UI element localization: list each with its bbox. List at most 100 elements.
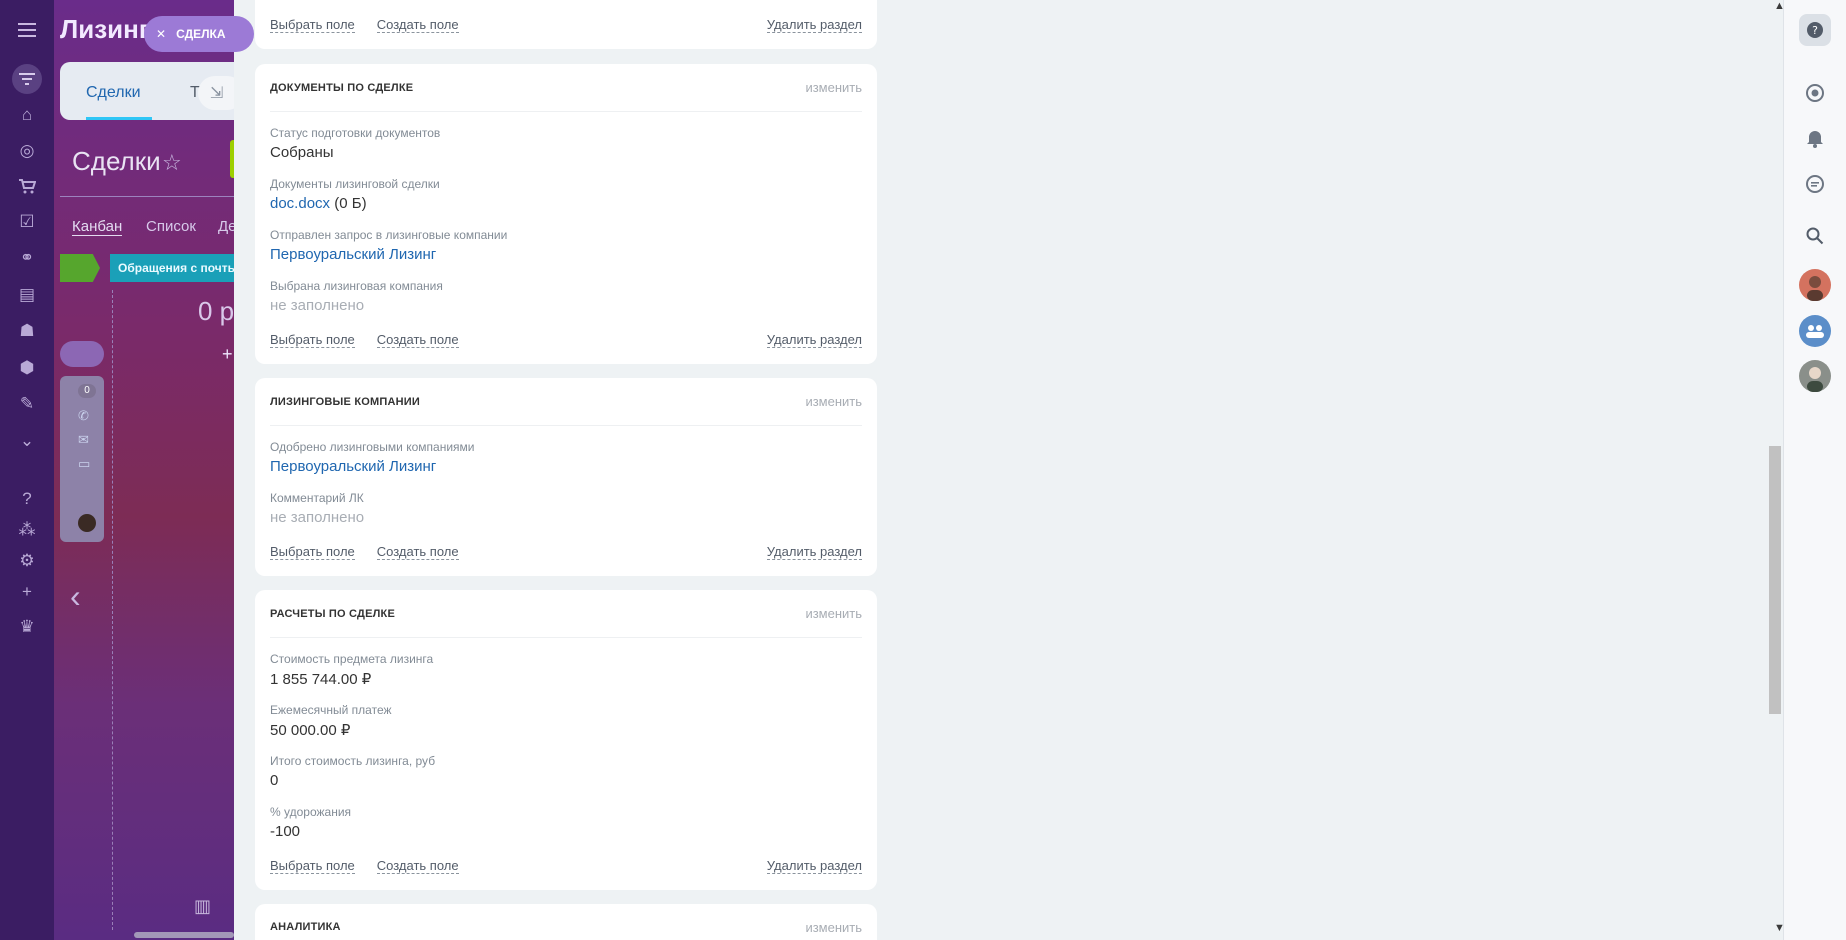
robot-icon[interactable]: ☗ (11, 317, 43, 345)
view-kanban[interactable]: Канбан (72, 218, 123, 236)
card-counter-badge: 0 (78, 384, 96, 398)
section-analytics: АНАЛИТИКА изменить (255, 904, 877, 940)
section-calculations: РАСЧЕТЫ ПО СДЕЛКЕ изменить Стоимость пре… (255, 590, 877, 890)
printer-icon[interactable]: ▥ (194, 896, 211, 917)
bank-icon[interactable]: ⌂ (11, 101, 43, 129)
field-label: Одобрено лизинговыми компаниями (270, 440, 475, 454)
menu-icon[interactable] (11, 16, 43, 44)
scroll-up-arrow-icon[interactable]: ▲ (1774, 0, 1783, 12)
user-avatar-2[interactable] (1799, 360, 1831, 392)
search-icon[interactable] (1799, 220, 1831, 252)
avatar[interactable] (78, 514, 96, 532)
field-value[interactable]: Собраны (270, 144, 334, 161)
section-card: Выбрать поле Создать поле Удалить раздел (255, 0, 877, 49)
sites-icon[interactable]: ⚭ (11, 244, 43, 272)
phone-icon[interactable]: ✆ (78, 408, 89, 424)
tab-deals[interactable]: Сделки (86, 84, 141, 102)
field-value-empty[interactable]: не заполнено (270, 509, 364, 526)
choose-field-link[interactable]: Выбрать поле (270, 544, 355, 560)
add-deal-icon[interactable]: + (222, 344, 233, 365)
section-header: ЛИЗИНГОВЫЕ КОМПАНИИ изменить (270, 378, 862, 426)
star-icon[interactable]: ☆ (162, 150, 182, 176)
background-crm-page: Лизинг Сделки Т ⇲ Сделки ☆ Канбан Список… (54, 0, 240, 940)
left-navigation-rail: ⌂ ◎ ☑ ⚭ ▤ ☗ ⬢ ✎ ⌄ ? ⁂ ⚙ + ♛ (0, 0, 54, 940)
delete-section-link[interactable]: Удалить раздел (766, 17, 862, 33)
box-icon[interactable]: ⬢ (11, 354, 43, 382)
column-separator (112, 290, 113, 930)
filter-icon[interactable] (12, 64, 42, 94)
create-field-link[interactable]: Создать поле (376, 332, 459, 348)
cart-icon[interactable] (11, 172, 43, 200)
crown-icon[interactable]: ♛ (11, 613, 43, 641)
divider (60, 196, 240, 197)
view-list[interactable]: Список (146, 218, 196, 235)
field-value-empty[interactable]: не заполнено (270, 297, 364, 314)
choose-field-link[interactable]: Выбрать поле (270, 17, 355, 33)
chat-icon[interactable] (1799, 168, 1831, 200)
page-title: Сделки (72, 146, 161, 176)
copilot-icon[interactable] (1799, 77, 1831, 109)
chevron-left-icon[interactable]: ‹ (70, 578, 81, 615)
create-field-link[interactable]: Создать поле (376, 17, 459, 33)
section-header: ДОКУМЕНТЫ ПО СДЕЛКЕ изменить (270, 64, 862, 112)
field-label: Статус подготовки документов (270, 126, 441, 140)
field-value[interactable]: 50 000.00 ₽ (270, 721, 350, 739)
group-chat-avatar[interactable] (1799, 315, 1831, 347)
quick-add-pill[interactable] (60, 341, 104, 367)
target-icon[interactable]: ◎ (11, 137, 43, 165)
field-label: % удорожания (270, 805, 352, 819)
company-link[interactable]: Первоуральский Лизинг (270, 458, 436, 475)
scroll-down-arrow-icon[interactable]: ▼ (1774, 922, 1783, 934)
contact-card-icon[interactable]: ▤ (11, 281, 43, 309)
file-size: (0 Б) (330, 195, 367, 212)
delete-section-link[interactable]: Удалить раздел (766, 544, 862, 560)
signature-icon[interactable]: ✎ (11, 390, 43, 418)
section-footer: Выбрать поле Создать поле Удалить раздел (270, 15, 862, 35)
field-label: Стоимость предмета лизинга (270, 652, 434, 666)
section-title: ЛИЗИНГОВЫЕ КОМПАНИИ (270, 395, 420, 408)
edit-section-link[interactable]: изменить (805, 920, 862, 935)
create-field-link[interactable]: Создать поле (376, 544, 459, 560)
close-icon[interactable]: ✕ (156, 27, 166, 41)
right-sidebar: ? (1783, 0, 1846, 940)
field-value[interactable]: -100 (270, 823, 300, 840)
plus-icon[interactable]: + (11, 578, 43, 606)
section-title: РАСЧЕТЫ ПО СДЕЛКЕ (270, 607, 395, 620)
edit-section-link[interactable]: изменить (805, 606, 862, 621)
comment-icon[interactable]: ▭ (78, 456, 90, 472)
document-file: doc.docx (0 Б) (270, 195, 367, 212)
mail-icon[interactable]: ✉ (78, 432, 89, 448)
tasks-icon[interactable]: ☑ (11, 208, 43, 236)
bell-icon[interactable] (1799, 122, 1831, 154)
stage-arrow[interactable] (60, 254, 100, 282)
file-link[interactable]: doc.docx (270, 195, 330, 212)
close-deal-pill[interactable]: ✕ СДЕЛКА (144, 16, 254, 52)
choose-field-link[interactable]: Выбрать поле (270, 858, 355, 874)
org-structure-icon[interactable]: ⁂ (11, 516, 43, 544)
delete-section-link[interactable]: Удалить раздел (766, 332, 862, 348)
help-icon[interactable]: ? (1799, 14, 1831, 46)
field-value[interactable]: 0 (270, 772, 278, 789)
deal-slider-panel: Выбрать поле Создать поле Удалить раздел… (234, 0, 1783, 940)
section-header: РАСЧЕТЫ ПО СДЕЛКЕ изменить (270, 590, 862, 638)
help-icon[interactable]: ? (11, 485, 43, 513)
active-tab-underline (86, 117, 152, 120)
vertical-scrollbar-thumb[interactable] (1769, 446, 1781, 714)
section-footer: Выбрать поле Создать поле Удалить раздел (270, 856, 862, 876)
horizontal-scrollbar[interactable] (134, 932, 234, 938)
edit-section-link[interactable]: изменить (805, 394, 862, 409)
section-header: АНАЛИТИКА изменить (270, 904, 862, 940)
stage-header[interactable]: Обращения с почты (110, 254, 240, 282)
stage-sum: 0 р (198, 296, 235, 326)
delete-section-link[interactable]: Удалить раздел (766, 858, 862, 874)
edit-section-link[interactable]: изменить (805, 80, 862, 95)
user-avatar[interactable] (1799, 269, 1831, 301)
company-link[interactable]: Первоуральский Лизинг (270, 246, 436, 263)
create-field-link[interactable]: Создать поле (376, 858, 459, 874)
portal-title: Лизинг (60, 14, 150, 44)
choose-field-link[interactable]: Выбрать поле (270, 332, 355, 348)
more-icon[interactable]: ⌄ (11, 427, 43, 455)
section-title: ДОКУМЕНТЫ ПО СДЕЛКЕ (270, 81, 414, 94)
settings-icon[interactable]: ⚙ (11, 547, 43, 575)
field-value[interactable]: 1 855 744.00 ₽ (270, 670, 371, 688)
